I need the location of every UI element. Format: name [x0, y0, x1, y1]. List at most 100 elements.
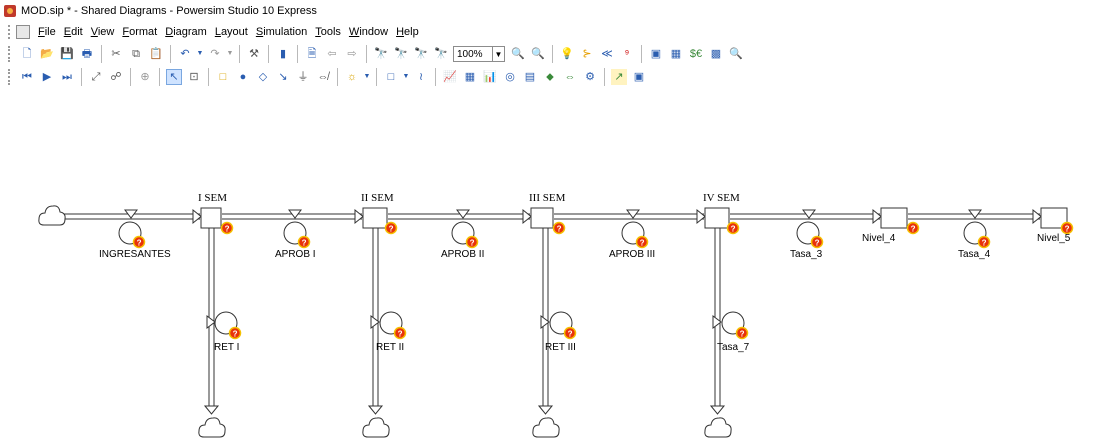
redo-icon[interactable]: ↷: [207, 46, 223, 62]
warning-icon[interactable]: [132, 235, 146, 249]
stock-box[interactable]: [704, 207, 730, 229]
snapshot-dropdown-icon[interactable]: ▼: [364, 69, 371, 85]
panel-icon[interactable]: ▮: [275, 46, 291, 62]
grid-table-icon[interactable]: ▤: [522, 69, 538, 85]
new-file-icon[interactable]: 🗋: [19, 46, 35, 62]
warning-icon[interactable]: [735, 326, 749, 340]
warning-icon[interactable]: [1060, 221, 1074, 235]
document-icon[interactable]: [16, 25, 30, 39]
warning-icon[interactable]: [552, 221, 566, 235]
slider-icon[interactable]: ⇔: [562, 69, 578, 85]
target-icon[interactable]: ⊕: [137, 69, 153, 85]
lightbulb-icon[interactable]: 💡: [559, 46, 575, 62]
play-icon[interactable]: ▶: [39, 69, 55, 85]
paste-icon[interactable]: 📋: [148, 46, 164, 62]
button-icon[interactable]: ⚙: [582, 69, 598, 85]
find-next-icon[interactable]: 🔭: [393, 46, 409, 62]
menu-file[interactable]: File: [38, 26, 56, 38]
warning-icon[interactable]: [228, 326, 242, 340]
undo-dropdown-icon[interactable]: ▼: [197, 46, 204, 62]
undo-icon[interactable]: ↶: [177, 46, 193, 62]
snapshot-icon[interactable]: ☼: [344, 69, 360, 85]
stock-box[interactable]: [530, 207, 554, 229]
chevron-down-icon[interactable]: ▼: [493, 46, 505, 62]
grid-icon[interactable]: ▦: [668, 46, 684, 62]
warning-icon[interactable]: [810, 235, 824, 249]
curve-tool-icon[interactable]: ≀: [413, 69, 429, 85]
flow-tool-icon[interactable]: ⏚: [295, 69, 311, 85]
warning-icon[interactable]: [465, 235, 479, 249]
menu-tools[interactable]: Tools: [315, 26, 341, 38]
scenario-icon[interactable]: ☍: [108, 69, 124, 85]
zoom-select[interactable]: 100%: [453, 46, 493, 62]
number-icon[interactable]: ⁹: [619, 46, 635, 62]
select-region-icon[interactable]: ⊡: [186, 69, 202, 85]
zoom-in-icon[interactable]: 🔍: [510, 46, 526, 62]
warning-icon[interactable]: [726, 221, 740, 235]
level-tool-icon[interactable]: □: [215, 69, 231, 85]
forward-icon[interactable]: ⇨: [344, 46, 360, 62]
menu-layout[interactable]: Layout: [215, 26, 248, 38]
time-graph-icon[interactable]: 📈: [442, 69, 458, 85]
menu-window[interactable]: Window: [349, 26, 388, 38]
warning-icon[interactable]: [384, 221, 398, 235]
dataset-icon[interactable]: ▩: [708, 46, 724, 62]
constant-tool-icon[interactable]: ◇: [255, 69, 271, 85]
reference-icon[interactable]: ⊱: [579, 46, 595, 62]
sink-cloud[interactable]: [198, 417, 226, 438]
open-folder-icon[interactable]: 📂: [39, 46, 55, 62]
stock-box[interactable]: [200, 207, 222, 229]
inspect-icon[interactable]: 🔍: [728, 46, 744, 62]
table-icon[interactable]: ▦: [462, 69, 478, 85]
pointer-icon[interactable]: ↖: [166, 69, 182, 85]
toolbar-grip[interactable]: [8, 46, 13, 62]
chart-line-icon[interactable]: ⤢: [88, 69, 104, 85]
find-icon[interactable]: 🔭: [373, 46, 389, 62]
back-icon[interactable]: ⇦: [324, 46, 340, 62]
warning-icon[interactable]: [977, 235, 991, 249]
stock-box[interactable]: [880, 207, 908, 229]
warning-icon[interactable]: [906, 221, 920, 235]
rectangle-tool-icon[interactable]: □: [383, 69, 399, 85]
menu-view[interactable]: View: [91, 26, 115, 38]
find-all-icon[interactable]: 🔭: [433, 46, 449, 62]
cut-icon[interactable]: ✂: [108, 46, 124, 62]
gauge-icon[interactable]: ◎: [502, 69, 518, 85]
warning-icon[interactable]: [297, 235, 311, 249]
share-icon[interactable]: ≪: [599, 46, 615, 62]
presentation-icon[interactable]: ▣: [648, 46, 664, 62]
menubar-grip[interactable]: [8, 25, 13, 39]
replace-icon[interactable]: 🔭: [413, 46, 429, 62]
menu-diagram[interactable]: Diagram: [165, 26, 207, 38]
save-icon[interactable]: 💾: [59, 46, 75, 62]
menu-help[interactable]: Help: [396, 26, 419, 38]
trend-icon[interactable]: ↗: [611, 69, 627, 85]
warning-icon[interactable]: [563, 326, 577, 340]
bar-chart-icon[interactable]: 📊: [482, 69, 498, 85]
menu-format[interactable]: Format: [122, 26, 157, 38]
warning-icon[interactable]: [393, 326, 407, 340]
source-cloud[interactable]: [38, 205, 66, 226]
auxiliary-tool-icon[interactable]: ●: [235, 69, 251, 85]
stock-box[interactable]: [362, 207, 388, 229]
step-icon[interactable]: ⏭: [59, 69, 75, 85]
menu-edit[interactable]: Edit: [64, 26, 83, 38]
diagram-doc-icon[interactable]: 🗎: [304, 46, 320, 62]
sink-cloud[interactable]: [362, 417, 390, 438]
print-icon[interactable]: 🖶: [79, 46, 95, 62]
copy-icon[interactable]: ⧉: [128, 46, 144, 62]
sink-cloud[interactable]: [532, 417, 560, 438]
flow-with-rate-icon[interactable]: ⇎: [315, 69, 331, 85]
sink-cloud[interactable]: [704, 417, 732, 438]
zoom-out-icon[interactable]: 🔍: [530, 46, 546, 62]
warning-icon[interactable]: [635, 235, 649, 249]
diagram-canvas[interactable]: ?: [0, 90, 1107, 446]
link-tool-icon[interactable]: ↘: [275, 69, 291, 85]
rectangle-dropdown-icon[interactable]: ▼: [403, 69, 410, 85]
toolbar-grip[interactable]: [8, 69, 13, 85]
menu-simulation[interactable]: Simulation: [256, 26, 307, 38]
properties-icon[interactable]: ⚒: [246, 46, 262, 62]
warning-icon[interactable]: [220, 221, 234, 235]
units-icon[interactable]: $€: [688, 46, 704, 62]
redo-dropdown-icon[interactable]: ▼: [227, 46, 234, 62]
